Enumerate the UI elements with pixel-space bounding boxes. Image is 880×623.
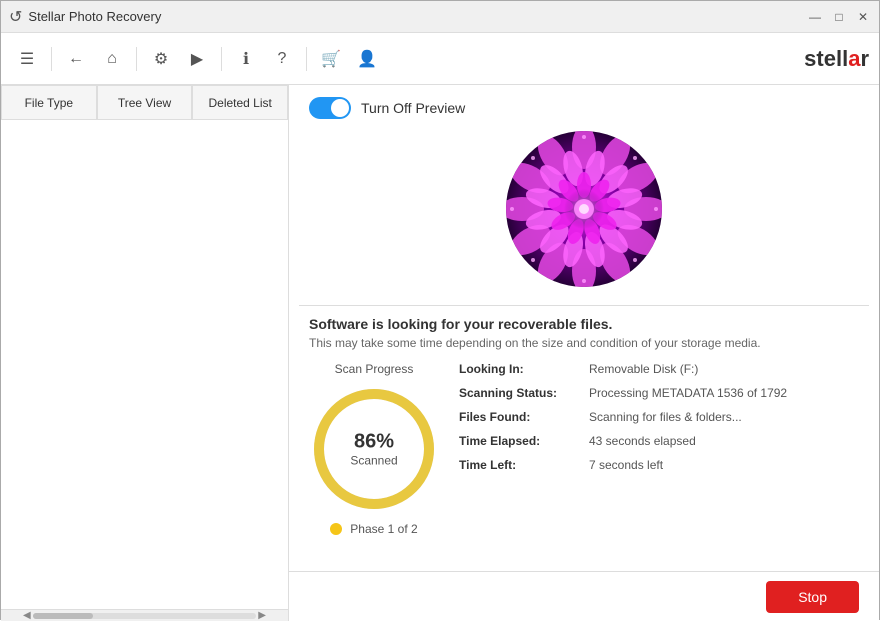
scan-body: Scan Progress 86% Scanned	[309, 362, 859, 536]
stat-time-left-val: 7 seconds left	[589, 458, 663, 472]
phase-text: Phase 1 of 2	[350, 522, 417, 536]
progress-label: Scan Progress	[335, 362, 414, 376]
stop-button[interactable]: Stop	[766, 581, 859, 613]
app-logo: stellar	[804, 46, 869, 72]
stat-time-elapsed-key: Time Elapsed:	[459, 434, 579, 448]
maximize-button[interactable]: □	[831, 9, 847, 25]
progress-scanned: Scanned	[350, 454, 397, 468]
toolbar-separator-4	[306, 47, 307, 71]
progress-percent: 86%	[350, 431, 397, 454]
toggle-row: Turn Off Preview	[309, 97, 465, 119]
phase-dot	[330, 523, 342, 535]
progress-text: 86% Scanned	[350, 431, 397, 468]
back-button[interactable]: ←	[60, 43, 92, 75]
preview-image-container	[309, 129, 859, 289]
help-button[interactable]: ?	[266, 43, 298, 75]
stat-time-elapsed-val: 43 seconds elapsed	[589, 434, 696, 448]
tab-deleted-list[interactable]: Deleted List	[192, 85, 288, 119]
scan-title: Software is looking for your recoverable…	[309, 316, 859, 332]
stats-table: Looking In: Removable Disk (F:) Scanning…	[459, 362, 859, 482]
scrollbar-track[interactable]	[33, 613, 257, 619]
bottom-bar: Stop	[289, 571, 879, 621]
titlebar-controls: — □ ✕	[807, 9, 871, 25]
scroll-right-arrow[interactable]: ▶	[256, 608, 268, 623]
titlebar-title: Stellar Photo Recovery	[28, 9, 161, 24]
menu-button[interactable]: ☰	[11, 43, 43, 75]
scrollbar-thumb	[33, 613, 93, 619]
scroll-left-arrow[interactable]: ◀	[21, 608, 33, 623]
preview-toggle[interactable]	[309, 97, 351, 119]
stat-files-found: Files Found: Scanning for files & folder…	[459, 410, 859, 424]
stat-time-elapsed: Time Elapsed: 43 seconds elapsed	[459, 434, 859, 448]
cart-button[interactable]: 🛒	[315, 43, 347, 75]
toolbar-separator-2	[136, 47, 137, 71]
titlebar: ↺ Stellar Photo Recovery — □ ✕	[1, 1, 879, 33]
stat-files-found-val: Scanning for files & folders...	[589, 410, 742, 424]
stat-scanning-status: Scanning Status: Processing METADATA 153…	[459, 386, 859, 400]
tab-file-type[interactable]: File Type	[1, 85, 97, 119]
left-content	[1, 120, 288, 609]
home-button[interactable]: ⌂	[96, 43, 128, 75]
play-button[interactable]: ▶	[181, 43, 213, 75]
close-button[interactable]: ✕	[855, 9, 871, 25]
stat-looking-in-key: Looking In:	[459, 362, 579, 376]
toolbar: ☰ ← ⌂ ⚙ ▶ ℹ ? 🛒 👤 stellar	[1, 33, 879, 85]
toolbar-separator-1	[51, 47, 52, 71]
info-button[interactable]: ℹ	[230, 43, 262, 75]
toolbar-separator-3	[221, 47, 222, 71]
settings-button[interactable]: ⚙	[145, 43, 177, 75]
titlebar-left: ↺ Stellar Photo Recovery	[9, 7, 161, 27]
progress-circle: 86% Scanned	[309, 384, 439, 514]
scrollbar[interactable]: ◀ ▶	[1, 609, 288, 621]
stat-time-left-key: Time Left:	[459, 458, 579, 472]
stat-scanning-status-val: Processing METADATA 1536 of 1792	[589, 386, 787, 400]
app-icon: ↺	[9, 7, 22, 27]
right-panel: Turn Off Preview	[289, 85, 879, 621]
logo-highlight: a	[848, 46, 860, 71]
scan-subtitle: This may take some time depending on the…	[309, 336, 859, 350]
progress-section: Scan Progress 86% Scanned	[309, 362, 439, 536]
preview-image	[504, 129, 664, 289]
preview-area: Turn Off Preview	[289, 85, 879, 305]
tab-tree-view[interactable]: Tree View	[97, 85, 193, 119]
stat-looking-in-val: Removable Disk (F:)	[589, 362, 698, 376]
toggle-label: Turn Off Preview	[361, 100, 465, 116]
tabs: File Type Tree View Deleted List	[1, 85, 288, 120]
minimize-button[interactable]: —	[807, 9, 823, 25]
stat-looking-in: Looking In: Removable Disk (F:)	[459, 362, 859, 376]
scan-info: Software is looking for your recoverable…	[289, 306, 879, 546]
main-layout: File Type Tree View Deleted List ◀ ▶ Tur…	[1, 85, 879, 621]
stat-scanning-status-key: Scanning Status:	[459, 386, 579, 400]
phase-row: Phase 1 of 2	[330, 522, 417, 536]
stat-time-left: Time Left: 7 seconds left	[459, 458, 859, 472]
stat-files-found-key: Files Found:	[459, 410, 579, 424]
account-button[interactable]: 👤	[351, 43, 383, 75]
left-panel: File Type Tree View Deleted List ◀ ▶	[1, 85, 289, 621]
